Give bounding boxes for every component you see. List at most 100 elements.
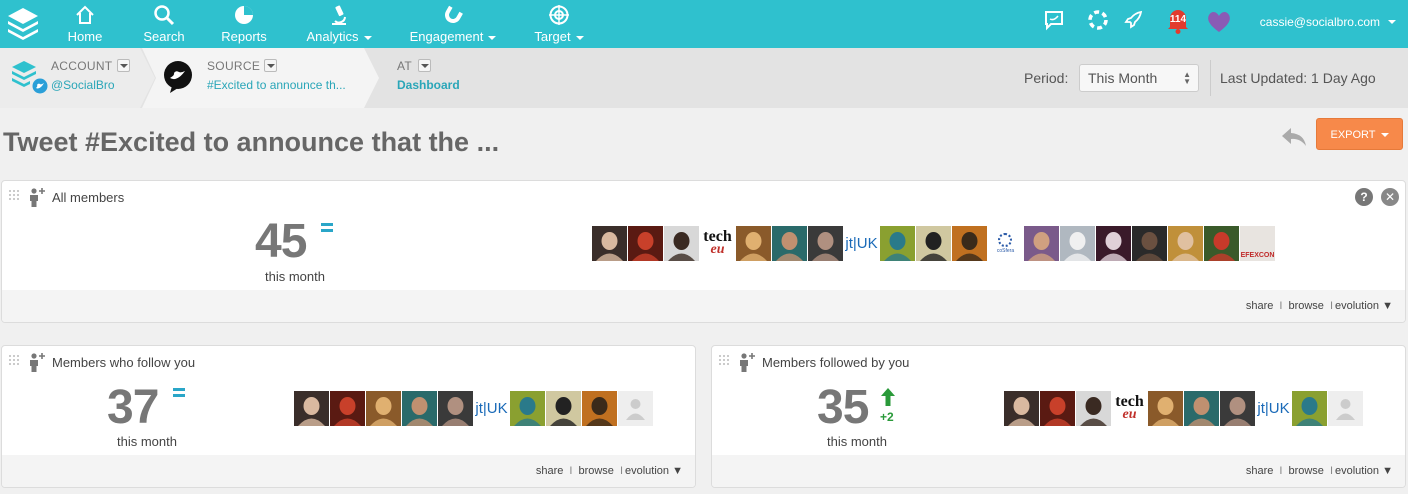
nav-target[interactable]: Target bbox=[528, 4, 590, 44]
avatar[interactable]: tech eu bbox=[700, 226, 735, 261]
profile-photo-icon bbox=[1044, 397, 1071, 426]
avatar[interactable]: jt|UK bbox=[844, 226, 879, 261]
avatar-label: tech eu bbox=[1115, 393, 1144, 422]
avatar[interactable] bbox=[952, 226, 987, 261]
profile-photo-icon bbox=[884, 232, 911, 261]
avatar[interactable] bbox=[1024, 226, 1059, 261]
user-email[interactable]: cassie@socialbro.com bbox=[1260, 15, 1380, 29]
avatar[interactable] bbox=[1204, 226, 1239, 261]
crumb-source-value: #Excited to announce th... bbox=[207, 78, 346, 92]
share-link[interactable]: share bbox=[1246, 465, 1274, 477]
avatar[interactable] bbox=[1076, 391, 1111, 426]
chevron-down-icon bbox=[575, 35, 584, 40]
lifebuoy-icon[interactable] bbox=[1087, 9, 1109, 31]
nav-engagement-text: Engagement bbox=[409, 29, 484, 44]
share-link[interactable]: share bbox=[1246, 300, 1274, 312]
help-icon[interactable]: ? bbox=[1355, 188, 1373, 206]
evolution-link[interactable]: evolution bbox=[625, 465, 669, 477]
avatar[interactable] bbox=[808, 226, 843, 261]
close-icon[interactable]: ✕ bbox=[1381, 188, 1399, 206]
avatar[interactable] bbox=[1168, 226, 1203, 261]
profile-photo-icon bbox=[740, 232, 767, 261]
avatar[interactable]: coSfera bbox=[988, 226, 1023, 261]
avatar-label: jt|UK bbox=[845, 235, 878, 252]
evolution-dropdown-icon[interactable]: ▼ bbox=[672, 465, 683, 477]
profile-photo-icon bbox=[1296, 397, 1323, 426]
avatar[interactable] bbox=[1096, 226, 1131, 261]
nav-home[interactable]: Home bbox=[64, 4, 106, 44]
period-select[interactable]: This Month ▲ ▼ bbox=[1079, 64, 1199, 92]
avatar[interactable] bbox=[438, 391, 473, 426]
crumb-at[interactable]: AT Dashboard bbox=[390, 48, 510, 108]
footer-links: share Ibrowse Ievolution ▼ bbox=[1245, 300, 1393, 312]
avatar[interactable] bbox=[628, 226, 663, 261]
avatar[interactable] bbox=[1220, 391, 1255, 426]
crumb-account-value: @SocialBro bbox=[51, 78, 115, 92]
avatar[interactable] bbox=[1132, 226, 1167, 261]
crumb-account-dropdown[interactable] bbox=[117, 59, 130, 72]
profile-photo-icon bbox=[586, 397, 613, 426]
crumb-source[interactable]: SOURCE #Excited to announce th... bbox=[150, 48, 380, 108]
nav-engagement[interactable]: Engagement bbox=[405, 4, 501, 44]
avatar[interactable] bbox=[546, 391, 581, 426]
avatar[interactable] bbox=[294, 391, 329, 426]
nav-analytics[interactable]: Analytics bbox=[300, 4, 378, 44]
panel-header: Members followed by you bbox=[712, 346, 1405, 376]
avatar[interactable] bbox=[880, 226, 915, 261]
period-text: this month bbox=[827, 434, 887, 449]
rocket-icon[interactable] bbox=[1122, 9, 1144, 31]
avatar[interactable] bbox=[1004, 391, 1039, 426]
avatar[interactable]: tech eu bbox=[1112, 391, 1147, 426]
profile-photo-icon bbox=[1172, 232, 1199, 261]
avatar[interactable] bbox=[402, 391, 437, 426]
evolution-dropdown-icon[interactable]: ▼ bbox=[1382, 300, 1393, 312]
export-button[interactable]: EXPORT bbox=[1316, 118, 1403, 150]
notifications-button[interactable]: 114 bbox=[1165, 7, 1191, 35]
avatar[interactable] bbox=[1292, 391, 1327, 426]
avatar[interactable]: jt|UK bbox=[1256, 391, 1291, 426]
crosshair-icon bbox=[549, 5, 569, 25]
evolution-dropdown-icon[interactable]: ▼ bbox=[1382, 465, 1393, 477]
crumb-source-dropdown[interactable] bbox=[264, 59, 277, 72]
avatar[interactable]: jt|UK bbox=[474, 391, 509, 426]
evolution-link[interactable]: evolution bbox=[1335, 300, 1379, 312]
drag-handle-icon[interactable] bbox=[8, 189, 20, 201]
avatar[interactable] bbox=[1148, 391, 1183, 426]
user-menu-chevron-down-icon[interactable] bbox=[1388, 20, 1396, 24]
default-avatar-icon bbox=[626, 399, 645, 420]
crumb-account[interactable]: ACCOUNT @SocialBro bbox=[0, 48, 150, 108]
avatar[interactable] bbox=[510, 391, 545, 426]
tweet-compose-icon[interactable] bbox=[1043, 9, 1065, 31]
avatar[interactable] bbox=[1060, 226, 1095, 261]
profile-photo-icon bbox=[334, 397, 361, 426]
nav-search[interactable]: Search bbox=[140, 4, 188, 44]
avatar[interactable] bbox=[582, 391, 617, 426]
browse-link[interactable]: browse bbox=[1288, 300, 1323, 312]
avatar[interactable] bbox=[366, 391, 401, 426]
heart-icon[interactable] bbox=[1206, 10, 1232, 34]
avatar[interactable] bbox=[916, 226, 951, 261]
reply-back-icon[interactable] bbox=[1280, 126, 1308, 148]
avatar[interactable] bbox=[1328, 391, 1363, 426]
crumb-at-dropdown[interactable] bbox=[418, 59, 431, 72]
evolution-link[interactable]: evolution bbox=[1335, 465, 1379, 477]
top-navigation: Home Search Reports Analytics Engagement bbox=[0, 0, 1408, 48]
drag-handle-icon[interactable] bbox=[718, 354, 730, 366]
browse-link[interactable]: browse bbox=[1288, 465, 1323, 477]
avatar[interactable]: EFEXCON bbox=[1240, 226, 1275, 261]
avatar[interactable] bbox=[772, 226, 807, 261]
share-link[interactable]: share bbox=[536, 465, 564, 477]
avatar[interactable] bbox=[618, 391, 653, 426]
avatar[interactable] bbox=[592, 226, 627, 261]
browse-link[interactable]: browse bbox=[578, 465, 613, 477]
avatar[interactable] bbox=[736, 226, 771, 261]
avatar-label: jt|UK bbox=[1257, 400, 1290, 417]
avatar[interactable] bbox=[1184, 391, 1219, 426]
drag-handle-icon[interactable] bbox=[8, 354, 20, 366]
avatar[interactable] bbox=[330, 391, 365, 426]
avatar[interactable] bbox=[664, 226, 699, 261]
nav-reports[interactable]: Reports bbox=[218, 4, 270, 44]
panel-title: Members who follow you bbox=[52, 355, 196, 370]
avatar[interactable] bbox=[1040, 391, 1075, 426]
socialbro-logo-icon[interactable] bbox=[6, 6, 40, 42]
